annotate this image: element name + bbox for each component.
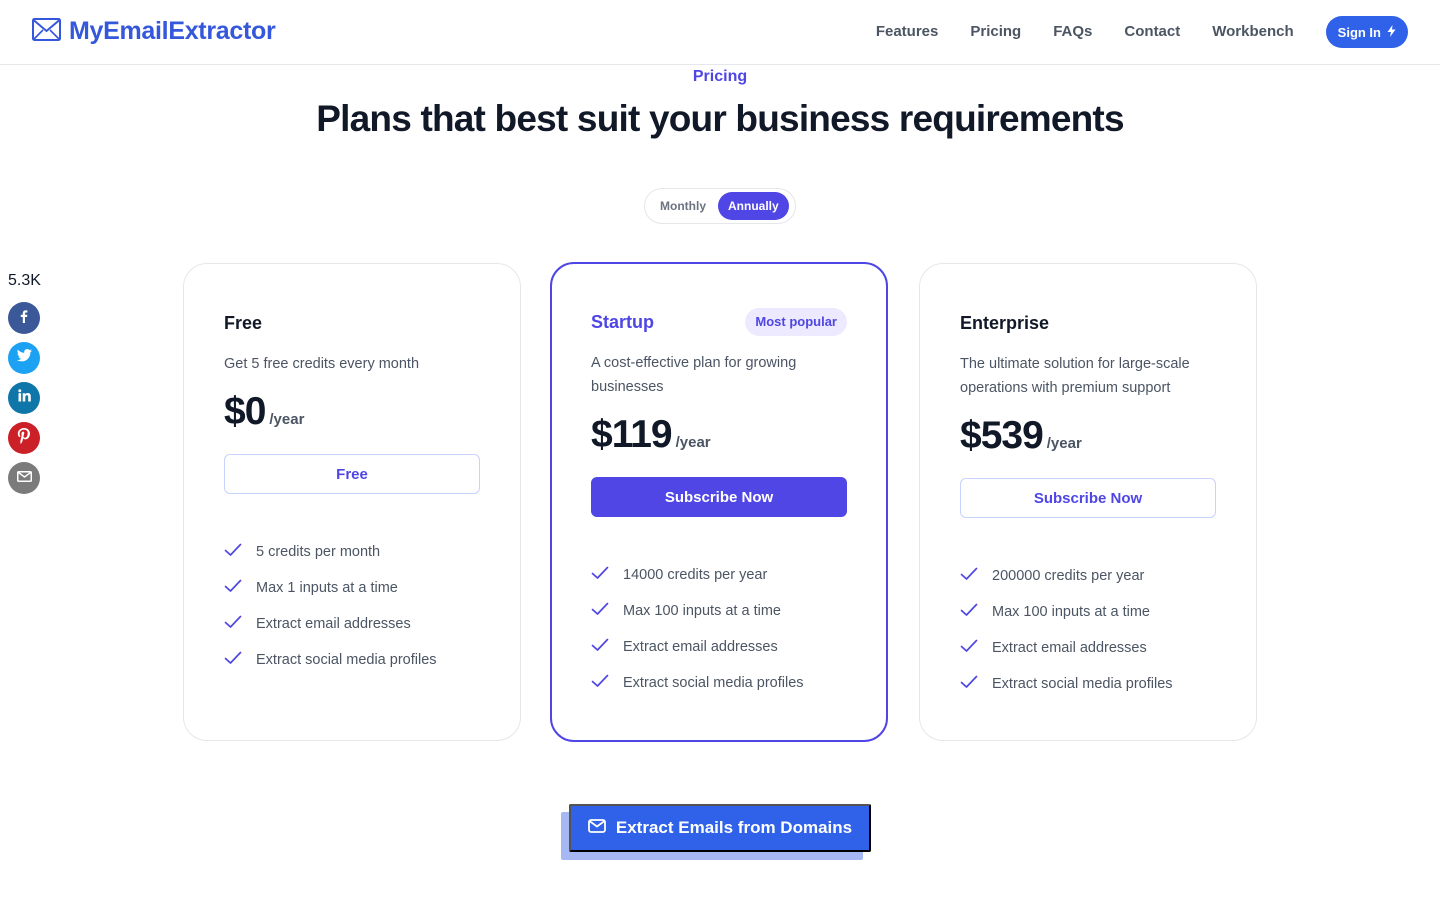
pinterest-share-button[interactable] xyxy=(8,422,40,454)
plan-header: Free xyxy=(224,308,480,338)
plan-card-free: Free Get 5 free credits every month $0 /… xyxy=(183,263,521,741)
feature-text: Extract social media profiles xyxy=(623,675,804,691)
feature-item: Max 100 inputs at a time xyxy=(960,594,1216,630)
section-eyebrow: Pricing xyxy=(692,68,748,85)
feature-item: Extract email addresses xyxy=(591,629,847,665)
facebook-share-button[interactable] xyxy=(8,302,40,334)
site-header: MyEmailExtractor Features Pricing FAQs C… xyxy=(0,0,1440,65)
check-icon xyxy=(224,615,256,633)
twitter-share-button[interactable] xyxy=(8,342,40,374)
feature-item: Max 1 inputs at a time xyxy=(224,570,480,606)
linkedin-share-button[interactable] xyxy=(8,382,40,414)
feature-item: Extract social media profiles xyxy=(960,666,1216,702)
feature-item: 14000 credits per year xyxy=(591,557,847,593)
sign-in-label: Sign In xyxy=(1337,24,1381,40)
subscribe-startup-button[interactable]: Subscribe Now xyxy=(591,477,847,517)
price-row: $539 /year xyxy=(960,414,1216,458)
plan-name: Startup xyxy=(591,311,654,332)
feature-item: Extract email addresses xyxy=(224,606,480,642)
feature-text: 14000 credits per year xyxy=(623,567,768,583)
check-icon xyxy=(960,675,992,693)
main-nav: Features Pricing FAQs Contact Workbench … xyxy=(876,16,1408,48)
price-period: /year xyxy=(675,434,711,451)
plan-header: Startup Most popular xyxy=(591,307,847,337)
twitter-icon xyxy=(16,349,32,367)
mail-icon xyxy=(32,17,61,46)
check-icon xyxy=(591,602,623,620)
toggle-annually[interactable]: Annually xyxy=(718,192,789,220)
plan-description: A cost-effective plan for growing busine… xyxy=(591,355,797,395)
envelope-icon xyxy=(16,469,32,487)
nav-workbench[interactable]: Workbench xyxy=(1212,16,1293,48)
feature-text: Extract email addresses xyxy=(992,640,1147,656)
plan-card-enterprise: Enterprise The ultimate solution for lar… xyxy=(919,263,1257,741)
linkedin-icon xyxy=(17,389,31,407)
feature-item: 200000 credits per year xyxy=(960,558,1216,594)
price-period: /year xyxy=(269,411,305,428)
share-count: 5.3K xyxy=(8,272,41,289)
plan-description: The ultimate solution for large-scale op… xyxy=(960,356,1190,396)
plan-header: Enterprise xyxy=(960,308,1216,338)
feature-text: Extract email addresses xyxy=(623,639,778,655)
check-icon xyxy=(591,674,623,692)
feature-item: Extract social media profiles xyxy=(591,665,847,701)
brand-name: MyEmailExtractor xyxy=(69,17,276,45)
feature-text: Max 100 inputs at a time xyxy=(623,603,781,619)
check-icon xyxy=(591,566,623,584)
feature-text: Max 100 inputs at a time xyxy=(992,604,1150,620)
nav-features[interactable]: Features xyxy=(876,16,939,48)
plan-name: Free xyxy=(224,312,263,333)
check-icon xyxy=(960,603,992,621)
email-share-button[interactable] xyxy=(8,462,40,494)
nav-contact[interactable]: Contact xyxy=(1124,16,1180,48)
nav-pricing[interactable]: Pricing xyxy=(970,16,1021,48)
feature-list: 200000 credits per year Max 100 inputs a… xyxy=(960,558,1216,702)
envelope-icon xyxy=(587,818,606,838)
feature-item: Extract email addresses xyxy=(960,630,1216,666)
page-title: Plans that best suit your business requi… xyxy=(316,98,1124,139)
facebook-icon xyxy=(17,309,31,328)
check-icon xyxy=(224,579,256,597)
feature-text: Extract social media profiles xyxy=(256,652,437,668)
share-sidebar: 5.3K xyxy=(8,272,41,502)
plan-description: Get 5 free credits every month xyxy=(224,356,420,372)
subscribe-enterprise-button[interactable]: Subscribe Now xyxy=(960,478,1216,518)
sign-in-button[interactable]: Sign In xyxy=(1325,16,1408,48)
plan-price: $539 xyxy=(960,414,1044,457)
feature-text: Max 1 inputs at a time xyxy=(256,580,398,596)
check-icon xyxy=(591,638,623,656)
lightning-icon xyxy=(1387,24,1396,40)
free-plan-button[interactable]: Free xyxy=(224,454,480,494)
toggle-monthly[interactable]: Monthly xyxy=(650,192,716,220)
feature-item: 5 credits per month xyxy=(224,534,480,570)
most-popular-badge: Most popular xyxy=(745,308,847,336)
extract-emails-cta-button[interactable]: Extract Emails from Domains xyxy=(569,804,871,852)
price-row: $119 /year xyxy=(591,413,847,457)
brand-logo[interactable]: MyEmailExtractor xyxy=(32,17,276,46)
plan-name: Enterprise xyxy=(960,312,1050,333)
cta-label: Extract Emails from Domains xyxy=(615,818,853,837)
feature-list: 14000 credits per year Max 100 inputs at… xyxy=(591,557,847,701)
nav-faqs[interactable]: FAQs xyxy=(1053,16,1092,48)
plan-price: $0 xyxy=(224,390,266,433)
feature-text: Extract social media profiles xyxy=(992,676,1173,692)
price-period: /year xyxy=(1046,435,1082,452)
feature-text: 5 credits per month xyxy=(256,544,381,560)
pinterest-icon xyxy=(17,427,31,449)
feature-item: Extract social media profiles xyxy=(224,642,480,678)
plan-price: $119 xyxy=(591,413,673,456)
check-icon xyxy=(224,651,256,669)
price-row: $0 /year xyxy=(224,390,480,434)
feature-list: 5 credits per month Max 1 inputs at a ti… xyxy=(224,534,480,678)
feature-item: Max 100 inputs at a time xyxy=(591,593,847,629)
feature-text: 200000 credits per year xyxy=(992,568,1145,584)
check-icon xyxy=(224,543,256,561)
billing-toggle: Monthly Annually xyxy=(644,188,796,224)
feature-text: Extract email addresses xyxy=(256,616,411,632)
plan-card-startup: Startup Most popular A cost-effective pl… xyxy=(550,262,888,742)
check-icon xyxy=(960,639,992,657)
check-icon xyxy=(960,567,992,585)
